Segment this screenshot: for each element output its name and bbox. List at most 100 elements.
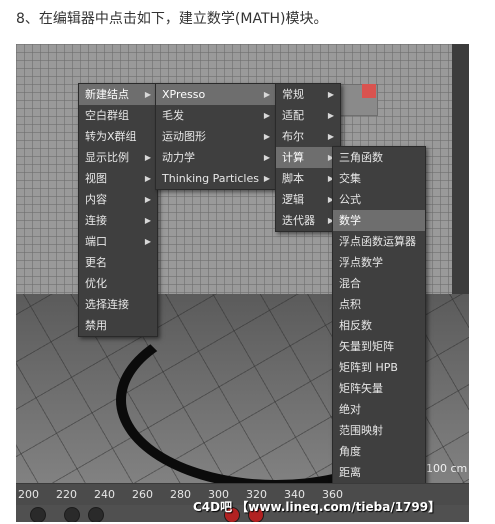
editor-right-strip xyxy=(452,44,469,294)
submenu-arrow-icon: ▶ xyxy=(144,90,151,99)
context-menu-level4: 三角函数交集公式数学浮点函数运算器 浮点数学混合点积相反数矢量到矩阵矩阵到 HPB… xyxy=(332,146,426,505)
menu-item-label: 角度 xyxy=(339,445,361,458)
menu-level4-item[interactable]: 公式 xyxy=(333,189,425,210)
menu-level4-item[interactable]: 点积 xyxy=(333,294,425,315)
menu-level4-item[interactable]: 矩阵矢量 xyxy=(333,378,425,399)
timeline-tick-label: 240 xyxy=(94,488,115,501)
submenu-arrow-icon: ▶ xyxy=(263,153,270,162)
menu-level1-item[interactable]: 视图 ▶ xyxy=(79,168,157,189)
menu-level1-item[interactable]: 更名 xyxy=(79,252,157,273)
caption-text: 8、在编辑器中点击如下，建立数学(MATH)模块。 xyxy=(16,11,328,27)
menu-level2-item[interactable]: 运动图形 ▶ xyxy=(156,126,276,147)
menu-level2-item[interactable]: XPresso ▶ xyxy=(156,84,276,105)
menu-level1-item[interactable]: 禁用 xyxy=(79,315,157,336)
menu-level3-item[interactable]: 脚本 ▶ xyxy=(276,168,340,189)
menu-item-label: 动力学 xyxy=(162,151,195,164)
menu-level4-item[interactable]: 数学 xyxy=(333,210,425,231)
menu-level4-item[interactable]: 绝对 xyxy=(333,399,425,420)
submenu-arrow-icon: ▶ xyxy=(263,111,270,120)
menu-item-label: 显示比例 xyxy=(85,151,129,164)
submenu-arrow-icon: ▶ xyxy=(327,111,334,120)
menu-level1-item[interactable]: 优化 xyxy=(79,273,157,294)
menu-item-label: Thinking Particles xyxy=(162,172,259,185)
key-icon[interactable] xyxy=(64,507,80,522)
menu-item-label: 转为X群组 xyxy=(85,130,137,143)
menu-level2-item[interactable]: Thinking Particles ▶ xyxy=(156,168,276,189)
menu-item-label: 视图 xyxy=(85,172,107,185)
context-menu-level1: 新建结点 ▶ 空白群组转为X群组显示比例 ▶ 视图 ▶ 内容 ▶ 连接 ▶ 端口 ▶ 更名优化选择连接禁… xyxy=(78,83,158,337)
submenu-arrow-icon: ▶ xyxy=(263,174,270,183)
timeline-tick-label: 280 xyxy=(170,488,191,501)
menu-item-label: 交集 xyxy=(339,172,361,185)
menu-level1-item[interactable]: 连接 ▶ xyxy=(79,210,157,231)
menu-level4-item[interactable]: 交集 xyxy=(333,168,425,189)
menu-level3-item[interactable]: 常规 ▶ xyxy=(276,84,340,105)
menu-item-label: 毛发 xyxy=(162,109,184,122)
menu-level3-item[interactable]: 适配 ▶ xyxy=(276,105,340,126)
menu-item-label: 更名 xyxy=(85,256,107,269)
menu-level2-item[interactable]: 动力学 ▶ xyxy=(156,147,276,168)
menu-item-label: 三角函数 xyxy=(339,151,383,164)
menu-level1-item[interactable]: 空白群组 xyxy=(79,105,157,126)
menu-item-label: 新建结点 xyxy=(85,88,129,101)
submenu-arrow-icon: ▶ xyxy=(327,90,334,99)
menu-level4-item[interactable]: 相反数 xyxy=(333,315,425,336)
menu-level1-item[interactable]: 显示比例 ▶ xyxy=(79,147,157,168)
menu-item-label: 内容 xyxy=(85,193,107,206)
menu-level3-item[interactable]: 迭代器 ▶ xyxy=(276,210,340,231)
menu-level3-item[interactable]: 布尔 ▶ xyxy=(276,126,340,147)
watermark: C4D吧 【www.lineq.com/tieba/1799】 xyxy=(193,500,441,514)
menu-level4-item[interactable]: 矩阵到 HPB xyxy=(333,357,425,378)
submenu-arrow-icon: ▶ xyxy=(263,90,270,99)
c4d-screenshot: 100 cm 新建结点 ▶ 空白群组转为X群组显示比例 ▶ 视图 ▶ 内容 ▶ 连接 ▶ 端口 ▶ 更名… xyxy=(16,44,469,522)
menu-item-label: 矢量到矩阵 xyxy=(339,340,394,353)
menu-item-label: 相反数 xyxy=(339,319,372,332)
menu-item-label: 浮点函数运算器 xyxy=(339,235,416,248)
record-icon[interactable] xyxy=(30,507,46,522)
menu-item-label: 混合 xyxy=(339,277,361,290)
menu-item-label: 绝对 xyxy=(339,403,361,416)
menu-item-label: 浮点数学 xyxy=(339,256,383,269)
menu-level4-item[interactable]: 角度 xyxy=(333,441,425,462)
menu-item-label: XPresso xyxy=(162,88,206,101)
menu-item-label: 矩阵矢量 xyxy=(339,382,383,395)
play-icon[interactable] xyxy=(88,507,104,522)
submenu-arrow-icon: ▶ xyxy=(263,132,270,141)
timeline-tick-label: 220 xyxy=(56,488,77,501)
menu-level4-item[interactable]: 浮点函数运算器 xyxy=(333,231,425,252)
menu-level4-item[interactable]: 距离 xyxy=(333,462,425,483)
menu-level1-item[interactable]: 转为X群组 xyxy=(79,126,157,147)
menu-item-label: 空白群组 xyxy=(85,109,129,122)
menu-item-label: 数学 xyxy=(339,214,361,227)
menu-item-label: 距离 xyxy=(339,466,361,479)
submenu-arrow-icon: ▶ xyxy=(144,153,151,162)
submenu-arrow-icon: ▶ xyxy=(327,132,334,141)
menu-level4-item[interactable]: 混合 xyxy=(333,273,425,294)
menu-item-label: 布尔 xyxy=(282,130,304,143)
submenu-arrow-icon: ▶ xyxy=(144,174,151,183)
menu-item-label: 脚本 xyxy=(282,172,304,185)
menu-level2-item[interactable]: 毛发 ▶ xyxy=(156,105,276,126)
menu-level4-item[interactable]: 浮点数学 xyxy=(333,252,425,273)
menu-level4-item[interactable]: 范围映射 xyxy=(333,420,425,441)
menu-item-label: 优化 xyxy=(85,277,107,290)
menu-level1-item[interactable]: 端口 ▶ xyxy=(79,231,157,252)
submenu-arrow-icon: ▶ xyxy=(144,216,151,225)
menu-level1-item[interactable]: 新建结点 ▶ xyxy=(79,84,157,105)
menu-level3-item[interactable]: 计算 ▶ xyxy=(276,147,340,168)
menu-item-label: 常规 xyxy=(282,88,304,101)
menu-level4-item[interactable]: 三角函数 xyxy=(333,147,425,168)
menu-level1-item[interactable]: 内容 ▶ xyxy=(79,189,157,210)
menu-item-label: 公式 xyxy=(339,193,361,206)
menu-level4-item[interactable]: 矢量到矩阵 xyxy=(333,336,425,357)
menu-level3-item[interactable]: 逻辑 ▶ xyxy=(276,189,340,210)
menu-item-label: 范围映射 xyxy=(339,424,383,437)
submenu-arrow-icon: ▶ xyxy=(144,237,151,246)
menu-item-label: 连接 xyxy=(85,214,107,227)
timeline-tick-label: 260 xyxy=(132,488,153,501)
submenu-arrow-icon: ▶ xyxy=(144,195,151,204)
grid-scale-label: 100 cm xyxy=(426,462,468,475)
menu-level1-item[interactable]: 选择连接 xyxy=(79,294,157,315)
menu-item-label: 点积 xyxy=(339,298,361,311)
menu-item-label: 端口 xyxy=(85,235,107,248)
